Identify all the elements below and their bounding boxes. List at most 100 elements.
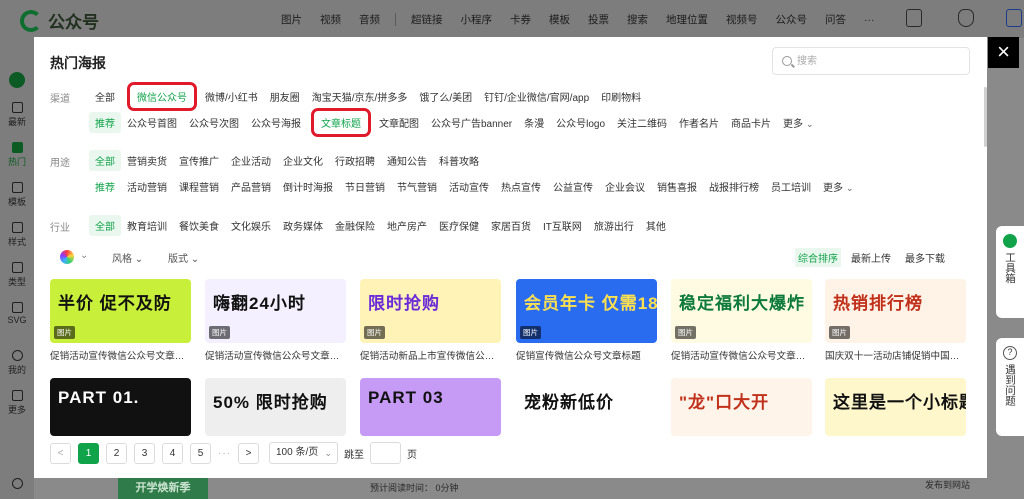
industry-food[interactable]: 餐饮美食 xyxy=(173,215,225,236)
channel-moments[interactable]: 朋友圈 xyxy=(264,86,306,107)
phone-preview-icon[interactable] xyxy=(906,9,922,27)
poster-thumbnail[interactable]: 限时抢购 图片 xyxy=(360,279,501,343)
headset-icon[interactable] xyxy=(0,478,34,491)
publish-website-link[interactable]: 发布到网站 xyxy=(925,478,970,491)
nav-official-account[interactable]: 公众号 xyxy=(767,12,817,27)
sidebar-item-style[interactable]: 样式 xyxy=(0,222,34,248)
sidebar-item-mine[interactable]: 我的 xyxy=(0,350,34,376)
goto-page-input[interactable] xyxy=(370,442,401,464)
subusage-recommend[interactable]: 推荐 xyxy=(89,176,121,197)
subchannel-poster[interactable]: 公众号海报 xyxy=(245,112,307,133)
poster-card[interactable]: 50% 限时抢购 xyxy=(205,378,346,436)
shield-icon[interactable] xyxy=(958,9,974,27)
usage-promotion[interactable]: 宣传推广 xyxy=(173,150,225,171)
nav-location[interactable]: 地理位置 xyxy=(657,12,717,27)
subusage-countdown[interactable]: 倒计时海报 xyxy=(277,176,339,197)
subchannel-secondary[interactable]: 公众号次图 xyxy=(183,112,245,133)
subusage-course[interactable]: 课程营销 xyxy=(173,176,225,197)
nav-hyperlink[interactable]: 超链接 xyxy=(402,12,452,27)
close-modal-button[interactable]: × xyxy=(988,37,1019,68)
subusage-event-promo[interactable]: 活动宣传 xyxy=(443,176,495,197)
promo-button[interactable]: 开学焕新季 xyxy=(118,478,208,499)
subchannel-comic[interactable]: 条漫 xyxy=(518,112,550,133)
industry-government[interactable]: 政务媒体 xyxy=(277,215,329,236)
poster-thumbnail[interactable]: PART 03 xyxy=(360,378,501,436)
industry-real-estate[interactable]: 地产房产 xyxy=(381,215,433,236)
subchannel-author-card[interactable]: 作者名片 xyxy=(673,112,725,133)
subusage-sales-report[interactable]: 销售喜报 xyxy=(651,176,703,197)
channel-wechat-official[interactable]: 微信公众号 xyxy=(127,82,197,111)
poster-thumbnail[interactable]: 稳定福利大爆炸 图片 xyxy=(671,279,812,343)
page-size-select[interactable]: 100 条/页 ⌄ xyxy=(269,442,338,464)
nav-search[interactable]: 搜索 xyxy=(618,12,657,27)
poster-thumbnail[interactable]: 这里是一个小标题 xyxy=(825,378,966,436)
search-box[interactable] xyxy=(772,47,970,75)
industry-all[interactable]: 全部 xyxy=(89,215,121,236)
poster-title[interactable]: 促销活动宣传微信公众号文章标题 xyxy=(671,348,812,362)
search-input[interactable] xyxy=(797,53,957,70)
poster-card[interactable]: "龙"口大开 xyxy=(671,378,812,436)
poster-title[interactable]: 促销活动宣传微信公众号文章标题 xyxy=(205,348,346,362)
usage-more-button[interactable]: 更多 ⌄ xyxy=(817,176,860,197)
subusage-meeting[interactable]: 企业会议 xyxy=(599,176,651,197)
usage-recruitment[interactable]: 行政招聘 xyxy=(329,150,381,171)
poster-card[interactable]: 稳定福利大爆炸 图片促销活动宣传微信公众号文章标题 xyxy=(671,279,812,362)
prev-page-button[interactable]: < xyxy=(50,442,71,464)
channel-food-delivery[interactable]: 饿了么/美团 xyxy=(413,86,478,107)
poster-thumbnail[interactable]: 半价 促不及防 图片 xyxy=(50,279,191,343)
poster-thumbnail[interactable]: 热销排行榜 图片 xyxy=(825,279,966,343)
usage-corporate-event[interactable]: 企业活动 xyxy=(225,150,277,171)
nav-qa[interactable]: 问答 xyxy=(816,12,855,27)
sort-latest[interactable]: 最新上传 xyxy=(851,250,891,265)
channel-ecommerce[interactable]: 淘宝天猫/京东/拼多多 xyxy=(306,86,414,107)
layout-filter[interactable]: 版式 ⌄ xyxy=(168,250,199,265)
nav-mini-program[interactable]: 小程序 xyxy=(452,12,502,27)
usage-notice[interactable]: 通知公告 xyxy=(381,150,433,171)
poster-card[interactable]: 嗨翻24小时 图片 促销活动宣传微信公众号文章标题 xyxy=(205,279,346,362)
subusage-product[interactable]: 产品营销 xyxy=(225,176,277,197)
subchannel-qrcode[interactable]: 关注二维码 xyxy=(611,112,673,133)
sidebar-item-latest[interactable]: 最新 xyxy=(0,102,34,128)
poster-title[interactable]: 促销活动宣传微信公众号文章标题 xyxy=(50,348,191,362)
help-tab[interactable]: ? 遇到问题 xyxy=(996,338,1024,436)
page-5[interactable]: 5 xyxy=(190,442,211,464)
usage-all[interactable]: 全部 xyxy=(89,150,121,171)
page-4[interactable]: 4 xyxy=(162,442,183,464)
usage-culture[interactable]: 企业文化 xyxy=(277,150,329,171)
nav-video[interactable]: 视频 xyxy=(311,12,350,27)
poster-card[interactable]: 限时抢购图片促销活动新品上市宣传微信公众号文章标题 xyxy=(360,279,501,362)
poster-thumbnail[interactable]: PART 01. xyxy=(50,378,191,436)
nav-more[interactable]: ··· xyxy=(855,14,884,26)
subchannel-article-title[interactable]: 文章标题 xyxy=(311,108,371,137)
subusage-solar-term[interactable]: 节气营销 xyxy=(391,176,443,197)
poster-card[interactable]: 半价 促不及防 图片促销活动宣传微信公众号文章标题 xyxy=(50,279,191,362)
subchannel-product-card[interactable]: 商品卡片 xyxy=(725,112,777,133)
poster-title[interactable]: 国庆双十一活动店铺促销中国风文章标题 xyxy=(825,348,966,362)
poster-thumbnail[interactable]: "龙"口大开 xyxy=(671,378,812,436)
poster-card[interactable]: 这里是一个小标题 xyxy=(825,378,966,436)
poster-card[interactable]: 会员年卡 仅需188¥ 图片促销宣传微信公众号文章标题 xyxy=(516,279,657,362)
industry-entertainment[interactable]: 文化娱乐 xyxy=(225,215,277,236)
subusage-trending[interactable]: 热点宣传 xyxy=(495,176,547,197)
nav-coupon[interactable]: 卡券 xyxy=(501,12,540,27)
poster-title[interactable]: 促销活动新品上市宣传微信公众号文章标题 xyxy=(360,348,501,362)
nav-template[interactable]: 模板 xyxy=(540,12,579,27)
channel-dingtalk[interactable]: 钉钉/企业微信/官网/app xyxy=(478,86,595,107)
poster-card[interactable]: PART 03 xyxy=(360,378,501,436)
subchannel-logo[interactable]: 公众号logo xyxy=(550,112,611,133)
industry-finance[interactable]: 金融保险 xyxy=(329,215,381,236)
nav-vote[interactable]: 投票 xyxy=(579,12,618,27)
poster-card[interactable]: 宠粉新低价 xyxy=(516,378,657,436)
poster-thumbnail[interactable]: 宠粉新低价 xyxy=(516,378,657,436)
page-2[interactable]: 2 xyxy=(106,442,127,464)
style-filter[interactable]: 风格 ⌄ xyxy=(112,250,143,265)
nav-channels[interactable]: 视频号 xyxy=(717,12,767,27)
channel-print[interactable]: 印刷物料 xyxy=(595,86,647,107)
industry-it[interactable]: IT互联网 xyxy=(537,215,588,236)
usage-sales[interactable]: 营销卖货 xyxy=(121,150,173,171)
industry-other[interactable]: 其他 xyxy=(640,215,672,236)
document-icon[interactable] xyxy=(1006,9,1022,27)
sort-most-downloaded[interactable]: 最多下载 xyxy=(905,250,945,265)
page-ellipsis[interactable]: ··· xyxy=(218,448,231,459)
channel-all[interactable]: 全部 xyxy=(89,86,121,107)
